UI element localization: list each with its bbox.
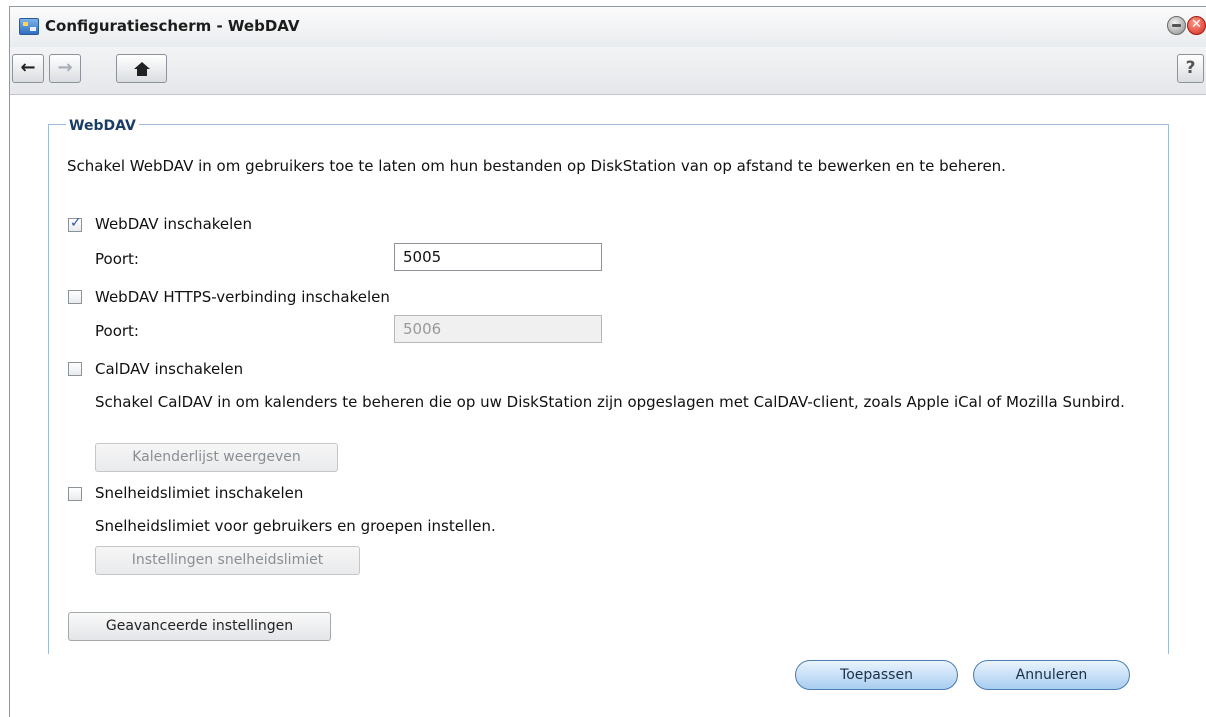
- speed-limit-settings-button[interactable]: Instellingen snelheidslimiet: [95, 546, 360, 575]
- arrow-right-icon: →: [57, 57, 73, 78]
- title-bar: Configuratiescherm - WebDAV ✕: [10, 7, 1206, 47]
- home-button[interactable]: [116, 54, 167, 83]
- webdav-port-input[interactable]: 5005: [394, 243, 602, 271]
- home-icon: [133, 62, 150, 76]
- control-panel-icon: [19, 18, 39, 35]
- minimize-button[interactable]: [1167, 16, 1186, 35]
- caldav-enable-checkbox[interactable]: [68, 362, 82, 376]
- caldav-description: Schakel CalDAV in om kalenders te behere…: [95, 393, 1125, 411]
- speed-limit-label: Snelheidslimiet inschakelen: [95, 484, 304, 502]
- apply-button[interactable]: Toepassen: [795, 660, 958, 690]
- close-button[interactable]: ✕: [1187, 16, 1206, 35]
- webdav-port-label: Poort:: [95, 250, 139, 268]
- calendar-list-button[interactable]: Kalenderlijst weergeven: [95, 443, 338, 472]
- webdav-enable-label: WebDAV inschakelen: [95, 215, 253, 233]
- webdav-description: Schakel WebDAV in om gebruikers toe te l…: [67, 157, 1006, 175]
- webdav-enable-checkbox[interactable]: [68, 215, 82, 232]
- caldav-enable-label: CalDAV inschakelen: [95, 360, 244, 378]
- arrow-left-icon: ←: [20, 57, 36, 78]
- toolbar: ← → ?: [10, 47, 1206, 95]
- speed-limit-checkbox[interactable]: [68, 487, 82, 501]
- https-port-label: Poort:: [95, 322, 139, 340]
- window-title: Configuratiescherm - WebDAV: [45, 17, 300, 35]
- speed-limit-description: Snelheidslimiet voor gebruikers en groep…: [95, 517, 496, 535]
- https-enable-label: WebDAV HTTPS-verbinding inschakelen: [95, 288, 390, 306]
- advanced-settings-button[interactable]: Geavanceerde instellingen: [68, 612, 331, 641]
- cancel-button[interactable]: Annuleren: [973, 660, 1130, 690]
- help-button[interactable]: ?: [1177, 54, 1204, 83]
- back-button[interactable]: ←: [12, 54, 44, 83]
- https-port-input[interactable]: 5006: [394, 315, 602, 343]
- https-enable-checkbox[interactable]: [68, 290, 82, 304]
- forward-button[interactable]: →: [49, 54, 81, 83]
- help-icon: ?: [1185, 58, 1196, 78]
- fieldset-legend: WebDAV: [66, 118, 139, 134]
